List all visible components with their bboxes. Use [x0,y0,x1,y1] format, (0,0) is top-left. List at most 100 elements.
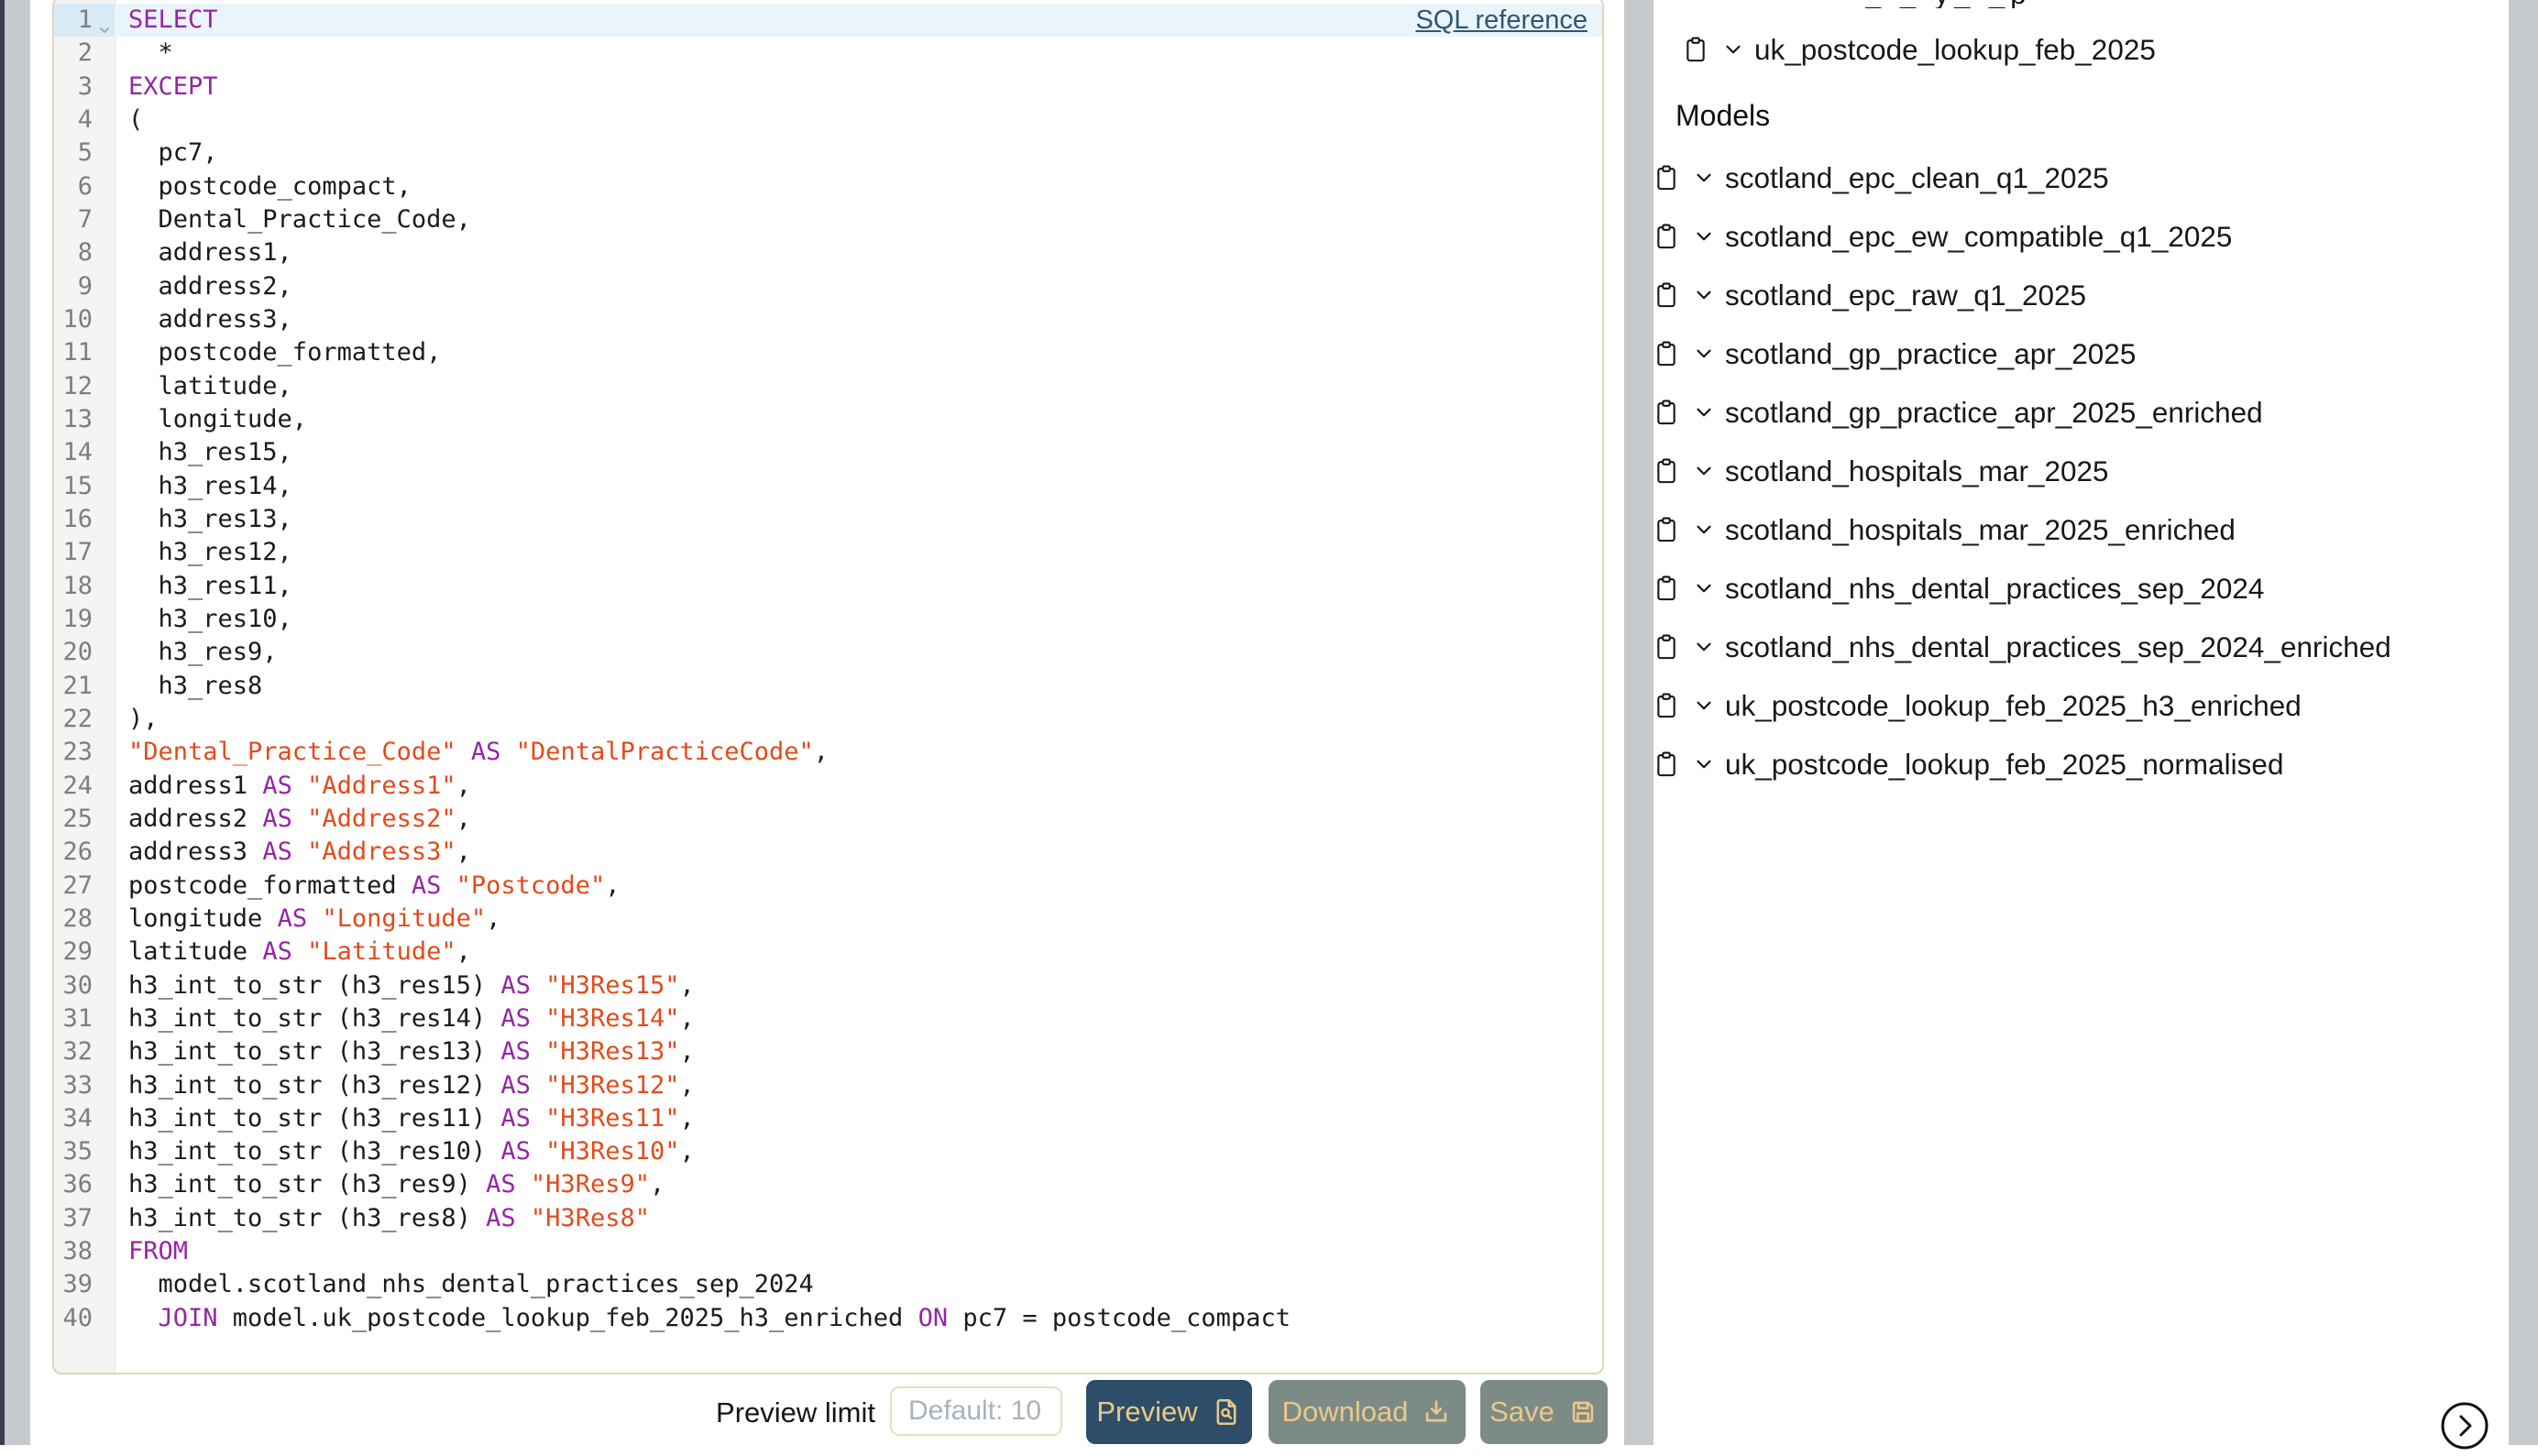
clipboard-icon[interactable] [1654,516,1679,543]
code-line[interactable]: 21 h3_res8 [54,670,1602,703]
code-line[interactable]: 27 postcode_formatted AS "Postcode", [54,870,1602,903]
code-line[interactable]: 40 JOIN model.uk_postcode_lookup_feb_202… [54,1302,1602,1335]
clipboard-icon[interactable] [1654,750,1679,778]
chevron-down-icon[interactable] [1692,752,1716,776]
model-list-item[interactable]: scotland_nhs_dental_practices_sep_2024 [1654,559,2509,618]
code-line[interactable]: 38 FROM [54,1235,1602,1268]
list-item[interactable]: uk_postcode_lookup_feb_2025 [1683,20,2156,79]
model-list-item[interactable]: scotland_nhs_dental_practices_sep_2024_e… [1654,618,2509,676]
code-line[interactable]: 30 h3_int_to_str (h3_res15) AS "H3Res15"… [54,969,1602,1002]
code-line[interactable]: 35 h3_int_to_str (h3_res10) AS "H3Res10"… [54,1135,1602,1168]
code-line[interactable]: 37 h3_int_to_str (h3_res8) AS "H3Res8" [54,1202,1602,1235]
preview-limit-input[interactable] [890,1386,1062,1436]
code-line[interactable]: 36 h3_int_to_str (h3_res9) AS "H3Res9", [54,1168,1602,1201]
code-line[interactable]: 17 h3_res12, [54,536,1602,569]
model-list-item[interactable]: scotland_epc_clean_q1_2025 [1654,148,2509,207]
model-list-item[interactable]: scotland_gp_practice_apr_2025_enriched [1654,383,2509,442]
code-line[interactable]: 8 address1, [54,236,1602,269]
chevron-down-icon[interactable] [1692,576,1716,600]
model-name-label[interactable]: scotland_gp_practice_apr_2025 [1725,337,2136,371]
code-line[interactable]: 32 h3_int_to_str (h3_res13) AS "H3Res13"… [54,1035,1602,1068]
code-line[interactable]: 12 latitude, [54,370,1602,403]
model-name-label[interactable]: scotland_nhs_dental_practices_sep_2024 [1725,572,2264,606]
sql-editor[interactable]: SQL reference 1 SELECT 2 * 3 EXCEPT 4 ( … [52,0,1604,1374]
code-line[interactable]: 19 h3_res10, [54,603,1602,636]
model-name-label[interactable]: scotland_epc_raw_q1_2025 [1725,279,2086,312]
clipboard-icon[interactable] [1654,575,1679,602]
model-list-item[interactable]: uk_postcode_lookup_feb_2025_h3_enriched [1654,676,2509,735]
chevron-down-icon[interactable] [1692,400,1716,424]
chevron-down-icon[interactable] [1692,518,1716,542]
chevron-down-icon[interactable] [1692,283,1716,307]
clipboard-icon[interactable] [1654,281,1679,309]
model-name-label[interactable]: uk_postcode_lookup_feb_2025_normalised [1725,748,2283,782]
model-list-item[interactable]: scotland_epc_ew_compatible_q1_2025 [1654,207,2509,266]
code-line[interactable]: 7 Dental_Practice_Code, [54,203,1602,236]
chevron-down-icon[interactable] [1692,224,1716,248]
code-line[interactable]: 18 h3_res11, [54,570,1602,603]
code-line[interactable]: 6 postcode_compact, [54,170,1602,203]
chevron-down-icon[interactable] [1692,459,1716,483]
clipboard-icon[interactable] [1654,633,1679,661]
code-line[interactable]: 4 ( [54,104,1602,137]
code-line[interactable]: 14 h3_res15, [54,436,1602,469]
line-number: 37 [54,1202,115,1235]
model-name-label[interactable]: scotland_nhs_dental_practices_sep_2024_e… [1725,630,2391,664]
chevron-down-icon[interactable] [1692,166,1716,190]
code-line[interactable]: 20 h3_res9, [54,636,1602,669]
code-lines[interactable]: 1 SELECT 2 * 3 EXCEPT 4 ( 5 pc7, 6 postc… [54,4,1602,1335]
code-line[interactable]: 29 latitude AS "Latitude", [54,936,1602,969]
code-line[interactable]: 15 h3_res14, [54,470,1602,503]
code-line[interactable]: 26 address3 AS "Address3", [54,836,1602,869]
table-name-label[interactable]: uk_postcode_lookup_feb_2025 [1754,33,2156,67]
clipboard-icon[interactable] [1654,223,1679,250]
code-line[interactable]: 10 address3, [54,303,1602,336]
sidebar-scrollbar[interactable] [2509,0,2538,1445]
code-line[interactable]: 25 address2 AS "Address2", [54,803,1602,836]
model-name-label[interactable]: scotland_gp_practice_apr_2025_enriched [1725,396,2263,430]
chevron-down-icon[interactable] [1721,38,1745,61]
save-button[interactable]: Save [1480,1380,1608,1444]
code-line[interactable]: 22 ), [54,703,1602,736]
model-name-label[interactable]: scotland_hospitals_mar_2025 [1725,454,2109,488]
code-line[interactable]: 23 "Dental_Practice_Code" AS "DentalPrac… [54,736,1602,769]
panel-scrollbar[interactable] [1624,0,1654,1445]
clipboard-icon[interactable] [1654,457,1679,485]
model-list-item[interactable]: scotland_hospitals_mar_2025_enriched [1654,500,2509,559]
clipboard-icon[interactable] [1654,692,1679,719]
model-name-label[interactable]: scotland_hospitals_mar_2025_enriched [1725,513,2236,547]
clipboard-icon[interactable] [1654,399,1679,426]
code-line[interactable]: 24 address1 AS "Address1", [54,770,1602,803]
model-list-item[interactable]: scotland_hospitals_mar_2025 [1654,442,2509,500]
model-list-item[interactable]: scotland_epc_raw_q1_2025 [1654,266,2509,324]
code-line[interactable]: 39 model.scotland_nhs_dental_practices_s… [54,1268,1602,1301]
chevron-down-icon[interactable] [1692,635,1716,659]
model-name-label[interactable]: scotland_epc_clean_q1_2025 [1725,161,2109,195]
clipboard-icon[interactable] [1683,36,1708,63]
clipboard-icon[interactable] [1654,340,1679,367]
chevron-down-icon[interactable] [1692,342,1716,366]
code-line[interactable]: 3 EXCEPT [54,71,1602,104]
code-line[interactable]: 11 postcode_formatted, [54,336,1602,369]
code-line[interactable]: 1 SELECT [54,4,1602,37]
expand-panel-icon[interactable] [2439,1400,2490,1456]
code-line[interactable]: 31 h3_int_to_str (h3_res14) AS "H3Res14"… [54,1002,1602,1035]
code-line[interactable]: 16 h3_res13, [54,503,1602,536]
code-line[interactable]: 13 longitude, [54,403,1602,436]
preview-button[interactable]: Preview [1086,1380,1252,1444]
model-name-label[interactable]: uk_postcode_lookup_feb_2025_h3_enriched [1725,689,2302,723]
code-line[interactable]: 33 h3_int_to_str (h3_res12) AS "H3Res12"… [54,1069,1602,1102]
code-line[interactable]: 34 h3_int_to_str (h3_res11) AS "H3Res11"… [54,1102,1602,1135]
model-name-label[interactable]: scotland_epc_ew_compatible_q1_2025 [1725,220,2232,254]
model-list-item[interactable]: uk_postcode_lookup_feb_2025_normalised [1654,735,2509,794]
model-list-item[interactable]: scotland_gp_practice_apr_2025 [1654,324,2509,383]
code-line[interactable]: 9 address2, [54,270,1602,303]
code-line[interactable]: 28 longitude AS "Longitude", [54,903,1602,936]
clipboard-icon[interactable] [1654,164,1679,192]
download-button[interactable]: Download [1269,1380,1466,1444]
code-line[interactable]: 2 * [54,37,1602,70]
chevron-down-icon[interactable] [1692,694,1716,717]
code-line[interactable]: 5 pc7, [54,137,1602,170]
sql-reference-link[interactable]: SQL reference [1415,4,1588,37]
left-scrollbar[interactable] [5,0,30,1445]
